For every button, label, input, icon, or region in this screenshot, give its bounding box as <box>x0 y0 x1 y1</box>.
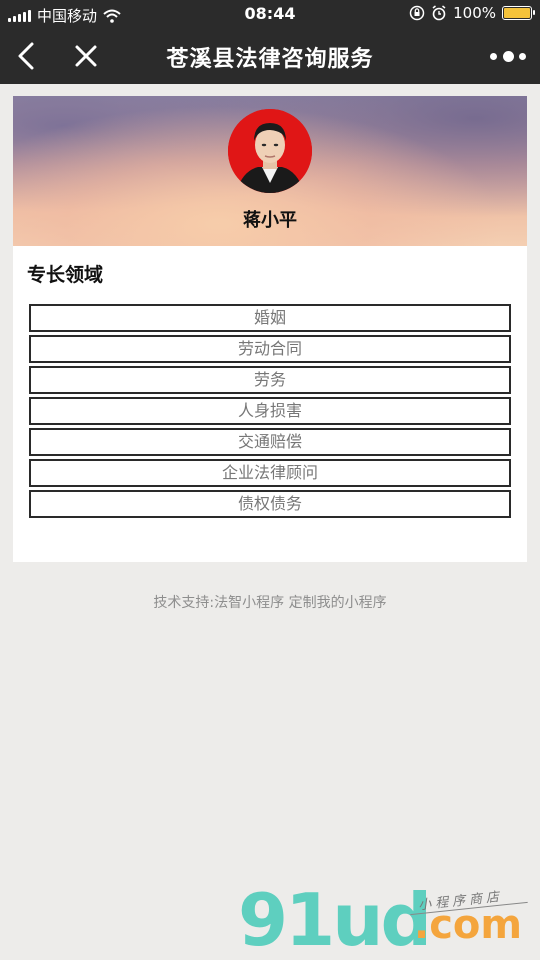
status-bar: 中国移动 08:44 100% <box>0 0 540 28</box>
tech-support-footer[interactable]: 技术支持:法智小程序 定制我的小程序 <box>0 592 540 612</box>
battery-icon <box>502 6 535 20</box>
specialty-item-labor-service[interactable]: 劳务 <box>29 366 511 394</box>
specialty-section-title: 专长领域 <box>27 264 104 286</box>
page-title: 苍溪县法律咨询服务 <box>166 47 374 72</box>
profile-banner: 蒋小平 <box>13 96 527 246</box>
status-right: 100% <box>409 4 535 22</box>
lawyer-card: 蒋小平 专长领域 婚姻 劳动合同 劳务 人身损害 交通赔偿 企业法律顾问 债权债… <box>13 96 527 562</box>
avatar <box>228 109 312 193</box>
battery-percent: 100% <box>453 4 496 22</box>
rotation-lock-icon <box>409 5 425 21</box>
specialty-item-legal-counsel[interactable]: 企业法律顾问 <box>29 459 511 487</box>
alarm-icon <box>432 5 446 21</box>
portrait-image <box>228 109 312 193</box>
specialty-item-personal-injury[interactable]: 人身损害 <box>29 397 511 425</box>
battery-fill <box>504 8 530 18</box>
specialty-item-labor-contract[interactable]: 劳动合同 <box>29 335 511 363</box>
lawyer-name: 蒋小平 <box>243 210 297 231</box>
specialty-item-debt[interactable]: 债权债务 <box>29 490 511 518</box>
watermark-logo: 91ud <box>238 878 432 960</box>
watermark-domain: .com <box>414 902 523 948</box>
specialty-list: 婚姻 劳动合同 劳务 人身损害 交通赔偿 企业法律顾问 债权债务 <box>29 304 511 521</box>
more-options-icon[interactable] <box>490 48 526 64</box>
specialty-item-traffic-compensation[interactable]: 交通赔偿 <box>29 428 511 456</box>
nav-bar: 苍溪县法律咨询服务 <box>0 28 540 84</box>
watermark: 91ud 小程序商店 .com <box>238 880 538 960</box>
specialty-item-marriage[interactable]: 婚姻 <box>29 304 511 332</box>
